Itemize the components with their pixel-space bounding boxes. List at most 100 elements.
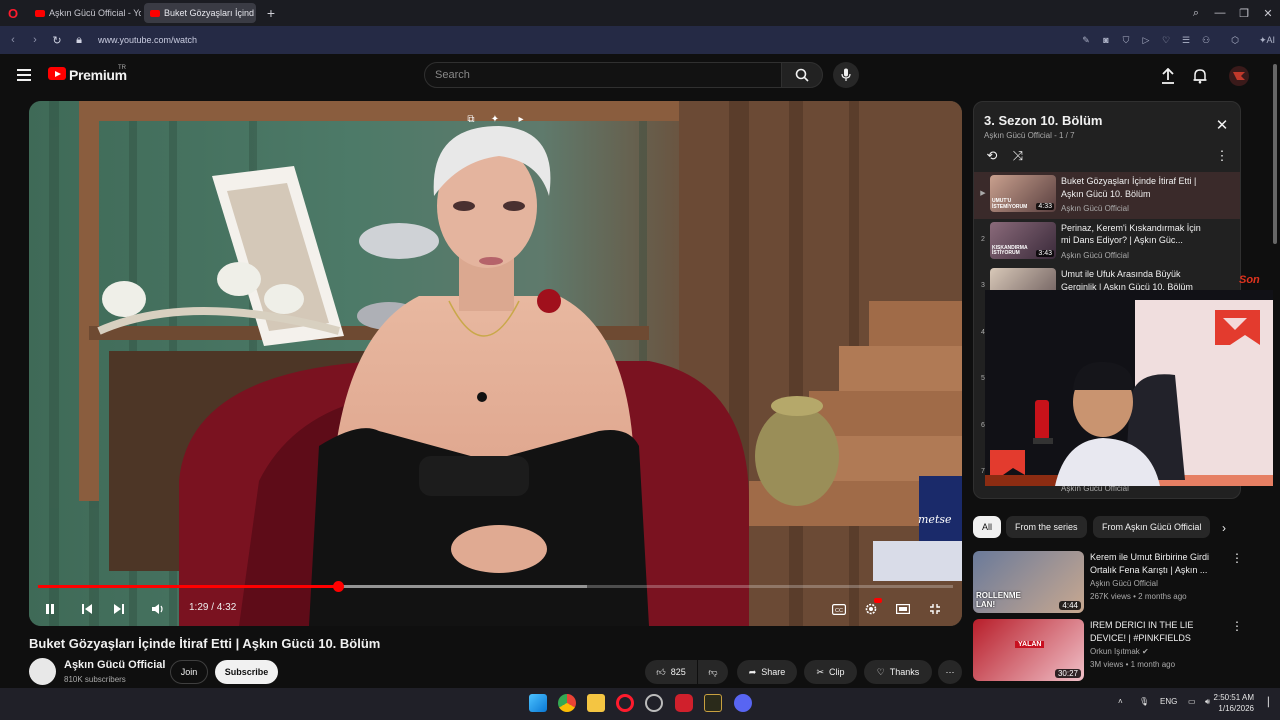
chrome-icon[interactable] (558, 694, 576, 712)
app-feather-icon[interactable] (704, 694, 722, 712)
svg-text:CC: CC (835, 607, 843, 613)
avatar[interactable] (1229, 66, 1249, 86)
previous-button[interactable] (76, 598, 98, 620)
duration-badge: 3:43 (1036, 249, 1054, 257)
video-thumbnail[interactable]: UMUT'U İSTEMİYORUM 4:33 (990, 175, 1056, 212)
playlist-item[interactable]: 2 KISKANDIRMA İSTİYORUM 3:43 Perinaz, Ke… (974, 219, 1240, 266)
fullscreen-button[interactable] (924, 598, 946, 620)
recommended-title[interactable]: IREM DERICI IN THE LIE DEVICE! | #PINKFI… (1090, 619, 1220, 645)
recommended-video[interactable]: YALAN 30:27 IREM DERICI IN THE LIE DEVIC… (973, 619, 1243, 683)
video-thumbnail[interactable]: YALAN 30:27 (973, 619, 1084, 681)
recommended-channel[interactable]: Orkun Işıtmak ✔ (1090, 647, 1149, 656)
microphone-tray-icon[interactable]: 🎙︎ (1139, 697, 1149, 706)
video-thumbnail[interactable]: ROLLENME LAN! 4:44 (973, 551, 1084, 613)
join-button[interactable]: Join (170, 660, 208, 684)
recommended-title[interactable]: Kerem ile Umut Birbirine Girdi Ortalık F… (1090, 551, 1220, 577)
profile-icon[interactable]: ⚇ (1199, 33, 1213, 47)
speaker-icon[interactable]: 🔊︎ (1205, 697, 1210, 707)
search-button[interactable] (781, 62, 823, 88)
menu-icon[interactable] (17, 69, 31, 81)
system-clock[interactable]: 2:50:51 AM 1/16/2026 (1214, 692, 1254, 714)
heart-icon[interactable]: ♡ (1159, 33, 1173, 47)
more-options-icon[interactable]: ⋮ (1231, 551, 1243, 565)
edit-icon[interactable]: ✎ (1079, 33, 1093, 47)
clip-label: Clip (829, 667, 845, 677)
chip-label: From Aşkın Gücü Official (1102, 522, 1202, 532)
shield-icon[interactable]: ⛉ (1119, 33, 1133, 47)
clip-button[interactable]: ✂ Clip (804, 660, 857, 684)
back-button[interactable]: ‹ (2, 29, 24, 51)
channel-avatar[interactable] (29, 658, 56, 685)
tray-chevron-icon[interactable]: ˄ (1118, 697, 1123, 706)
shuffle-icon[interactable]: ⤨ (1009, 147, 1027, 165)
volume-button[interactable] (147, 598, 169, 620)
close-window-button[interactable]: ✕ (1256, 0, 1280, 26)
picture-in-picture-icon[interactable]: ⧉ (463, 111, 479, 127)
camera-icon[interactable]: ◙ (1099, 33, 1113, 47)
file-explorer-icon[interactable] (587, 694, 605, 712)
playlist-item[interactable]: ▶ UMUT'U İSTEMİYORUM 4:33 Buket Gözyaşla… (974, 172, 1240, 219)
like-button[interactable]: 👍︎ 825 (645, 660, 697, 684)
ai-icon[interactable]: ✦AI (1256, 33, 1278, 47)
playlist-title[interactable]: 3. Sezon 10. Bölüm (984, 113, 1102, 128)
browser-search-icon[interactable]: ⌕ (1184, 0, 1208, 26)
subscribe-button[interactable]: Subscribe (215, 660, 278, 684)
obs-icon[interactable] (645, 694, 663, 712)
captions-button[interactable]: CC (828, 598, 850, 620)
voice-search-button[interactable] (833, 62, 859, 88)
overlay-text: metse (918, 513, 952, 526)
more-actions-button[interactable]: ⋯ (938, 660, 962, 684)
channel-name[interactable]: Aşkın Gücü Official (64, 659, 165, 671)
video-player[interactable]: ⧉ ✦ ▸ metse 1:29 / 4:32 CC (29, 101, 962, 626)
thanks-button[interactable]: ♡ Thanks (864, 660, 932, 684)
discord-icon[interactable] (734, 694, 752, 712)
recommended-video[interactable]: ROLLENME LAN! 4:44 Kerem ile Umut Birbir… (973, 551, 1243, 615)
close-playlist-button[interactable]: ✕ (1214, 117, 1230, 134)
url-field[interactable]: www.youtube.com/watch (98, 35, 197, 45)
reload-button[interactable]: ↻ (46, 29, 68, 51)
play-icon[interactable]: ▷ (1139, 33, 1153, 47)
opera-logo-icon[interactable]: O (0, 0, 26, 26)
network-icon[interactable]: ▭ (1188, 697, 1196, 706)
windows-start-icon[interactable] (529, 694, 547, 712)
recommended-channel[interactable]: Aşkın Gücü Official (1090, 579, 1158, 588)
more-options-icon[interactable]: ⋮ (1231, 619, 1243, 633)
language-indicator[interactable]: ENG (1160, 697, 1177, 706)
playlist-item-channel: Aşkın Gücü Official (1061, 204, 1129, 213)
progress-bar[interactable] (38, 581, 953, 592)
chip-all[interactable]: All (973, 516, 1002, 538)
ai-sparkle-icon[interactable]: ✦ (487, 111, 503, 127)
playlist-item-title[interactable]: Buket Gözyaşları İçinde İtiraf Etti | Aş… (1061, 175, 1211, 200)
browser-tab-2[interactable]: Buket Gözyaşları İçind (144, 3, 256, 23)
maximize-button[interactable]: ❐ (1232, 0, 1256, 26)
loop-icon[interactable]: ⟲ (983, 147, 1001, 165)
chevron-right-icon[interactable]: › (1215, 519, 1233, 537)
pause-button[interactable] (39, 598, 61, 620)
cube-icon[interactable]: ⬡ (1228, 33, 1242, 47)
upload-icon[interactable] (1158, 66, 1178, 86)
opera-icon[interactable] (616, 694, 634, 712)
notifications-bell-icon[interactable] (1190, 66, 1210, 86)
share-button[interactable]: ➦ Share (737, 660, 797, 684)
youtube-header: Premium TR Search (0, 54, 1268, 98)
notification-icon[interactable]: ▏ (1268, 697, 1275, 708)
new-tab-button[interactable]: + (262, 4, 280, 22)
minimize-button[interactable]: — (1208, 0, 1232, 26)
browser-tab-1[interactable]: Aşkın Gücü Official - YouT (29, 3, 141, 23)
search-input[interactable]: Search (424, 62, 782, 88)
video-thumbnail[interactable]: KISKANDIRMA İSTİYORUM 3:43 (990, 221, 1056, 259)
miniplayer-icon[interactable]: ▸ (513, 111, 529, 127)
playlist-item-title[interactable]: Perinaz, Kerem'i Kıskandırmak İçin mi Da… (1061, 222, 1211, 247)
youtube-logo-icon[interactable] (48, 67, 66, 80)
forward-button[interactable]: › (24, 29, 46, 51)
app-red-icon[interactable] (675, 694, 693, 712)
chip-from-the-series[interactable]: From the series (1006, 516, 1087, 538)
join-label: Join (180, 667, 198, 677)
more-options-icon[interactable]: ⋮ (1213, 147, 1231, 165)
theater-mode-button[interactable] (892, 598, 914, 620)
scrollbar-thumb[interactable] (1273, 64, 1277, 244)
chip-from-channel[interactable]: From Aşkın Gücü Official (1093, 516, 1211, 538)
next-button[interactable] (108, 598, 130, 620)
dislike-button[interactable]: 👎︎ (698, 660, 728, 684)
list-icon[interactable]: ☰ (1179, 33, 1193, 47)
